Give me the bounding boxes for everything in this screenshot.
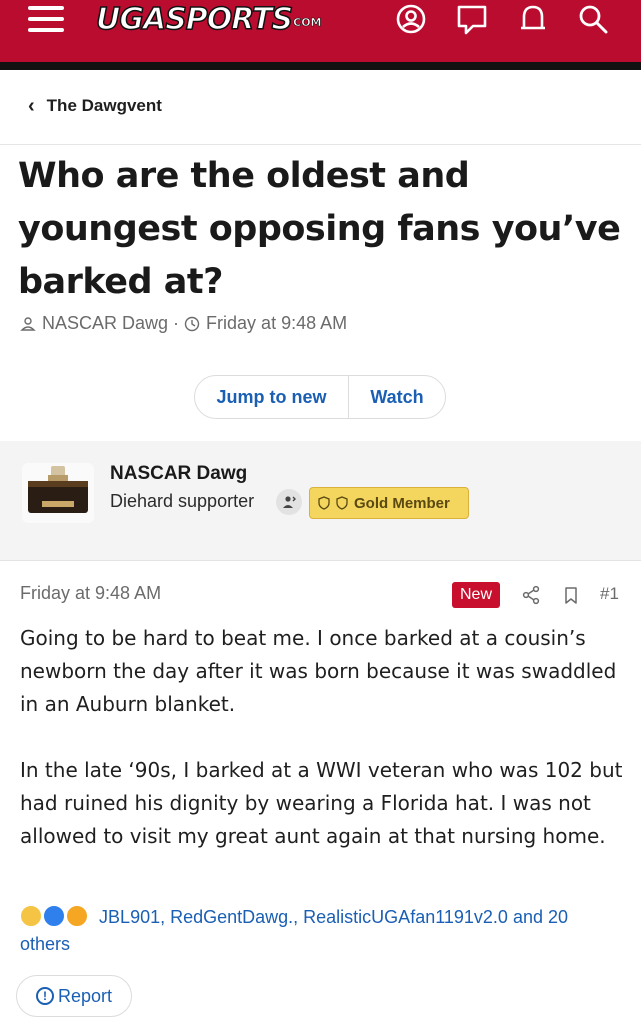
report-label: Report (57, 985, 113, 1006)
user-icon (20, 316, 36, 331)
meta-separator: · (173, 313, 180, 333)
reactions-bar[interactable]: JBL901, RedGentDawg., RealisticUGAfan119… (20, 904, 620, 958)
breadcrumb[interactable]: ‹ The Dawgvent (28, 96, 162, 116)
post-author-block: NASCAR Dawg Diehard supporter Gold Membe… (0, 441, 641, 561)
search-icon[interactable] (576, 2, 610, 36)
report-button[interactable]: ! Report (16, 975, 132, 1017)
header-divider (0, 62, 641, 70)
clock-icon (184, 316, 200, 331)
shield-icon (318, 496, 330, 510)
chevron-left-icon: ‹ (28, 95, 35, 117)
post-paragraph: Going to be hard to beat me. I once bark… (20, 626, 617, 716)
share-icon[interactable] (520, 584, 542, 606)
breadcrumb-forum-link[interactable]: The Dawgvent (47, 96, 162, 116)
new-badge: New (452, 582, 500, 608)
alerts-icon[interactable] (516, 2, 550, 36)
gold-member-badge: Gold Member (309, 487, 469, 519)
user-title: Diehard supporter (110, 491, 255, 511)
post-author-name[interactable]: NASCAR Dawg (110, 463, 247, 485)
post-body: Going to be hard to beat me. I once bark… (20, 622, 630, 886)
menu-icon[interactable] (28, 6, 64, 36)
thread-date[interactable]: Friday at 9:48 AM (206, 313, 347, 334)
avatar[interactable] (22, 463, 94, 523)
top-navigation-bar: UGASPORTS COM (0, 0, 641, 62)
account-icon[interactable] (394, 2, 428, 36)
thread-meta: NASCAR Dawg · Friday at 9:48 AM (20, 313, 347, 334)
logo-suffix: COM (293, 16, 322, 30)
site-logo[interactable]: UGASPORTS COM (95, 0, 322, 38)
post-number[interactable]: #1 (600, 584, 619, 604)
chat-icon[interactable] (455, 2, 489, 36)
watch-button[interactable]: Watch (349, 376, 445, 418)
love-reaction-icon (66, 905, 89, 927)
jump-to-new-button[interactable]: Jump to new (195, 376, 349, 418)
post-paragraph: In the late ‘90s, I barked at a WWI vete… (20, 758, 623, 848)
bookmark-icon[interactable] (560, 584, 582, 606)
divider (0, 144, 641, 145)
thread-title: Who are the oldest and youngest opposing… (18, 156, 621, 302)
thread-actions: Jump to new Watch (194, 375, 446, 419)
info-icon: ! (35, 987, 54, 1005)
post-date[interactable]: Friday at 9:48 AM (20, 583, 161, 604)
thread-author-link[interactable]: NASCAR Dawg (42, 313, 168, 334)
supporter-icon (276, 489, 302, 515)
like-reaction-icon (43, 905, 66, 927)
badge-label: Gold Member (354, 494, 450, 512)
reactions-list[interactable]: JBL901, RedGentDawg., RealisticUGAfan119… (20, 907, 568, 954)
logo-text: UGASPORTS (95, 1, 294, 38)
laugh-reaction-icon (20, 905, 42, 927)
shield-icon (336, 496, 348, 510)
